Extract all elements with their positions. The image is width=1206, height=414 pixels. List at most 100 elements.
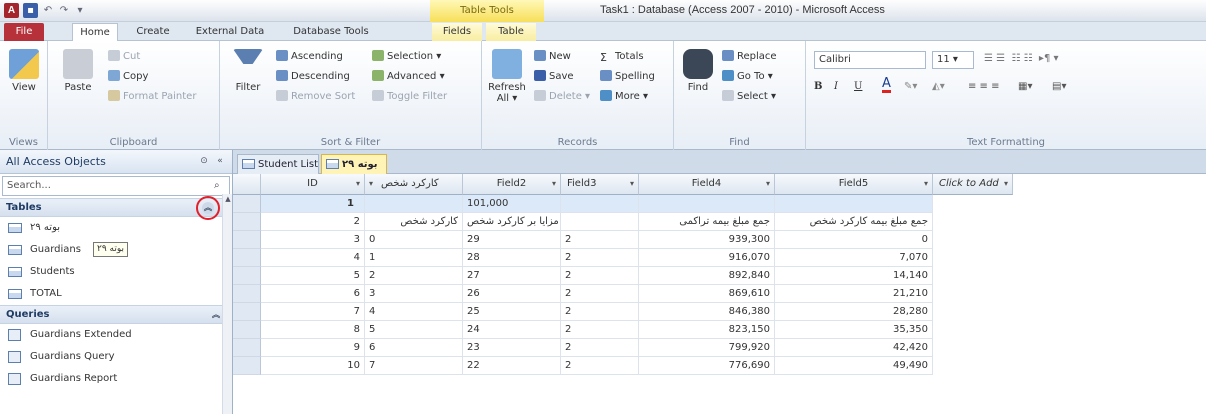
table-cell-c3[interactable]: 2 [561, 285, 639, 303]
table-cell-c2[interactable]: 101,000 [463, 195, 561, 213]
table-cell-c4[interactable]: 823,150 [639, 321, 775, 339]
nav-query-item[interactable]: Guardians Query [0, 346, 232, 368]
tables-section-header[interactable]: Tables ︽ [0, 196, 232, 220]
table-cell-c3[interactable]: 2 [561, 249, 639, 267]
select-dropdown[interactable]: Select ▾ [722, 89, 776, 104]
font-size-select[interactable]: 11 ▾ [932, 51, 974, 69]
list-buttons[interactable]: ☰ ☰ ☷ ☷ ▸¶ ▾ [984, 51, 1059, 66]
tab-table[interactable]: Table [486, 23, 536, 41]
paste-button[interactable]: Paste [60, 49, 96, 93]
table-cell-c4[interactable]: 776,690 [639, 357, 775, 375]
table-cell-c5[interactable] [775, 195, 933, 213]
redo-icon[interactable]: ↷ [58, 3, 70, 18]
font-name-select[interactable]: Calibri [814, 51, 926, 69]
record-selector[interactable] [233, 357, 261, 375]
table-cell-id[interactable]: 6 [261, 285, 365, 303]
column-dropdown-icon[interactable]: ▾ [356, 174, 360, 194]
record-selector[interactable] [233, 249, 261, 267]
table-cell-c4[interactable]: 846,380 [639, 303, 775, 321]
nav-query-item[interactable]: Guardians Extended [0, 324, 232, 346]
column-header-field1[interactable]: ▾ کارکرد شخص [365, 174, 463, 195]
table-cell-c3[interactable]: 2 [561, 357, 639, 375]
record-selector[interactable] [233, 285, 261, 303]
table-cell-id[interactable]: 5 [261, 267, 365, 285]
select-all-corner[interactable] [233, 174, 261, 195]
table-cell-c1[interactable]: 1 [365, 249, 463, 267]
table-cell-c3[interactable]: 2 [561, 231, 639, 249]
column-dropdown-icon[interactable]: ▾ [630, 174, 634, 194]
scroll-up-icon[interactable]: ▲ [223, 194, 233, 204]
table-cell-c4[interactable]: 939,300 [639, 231, 775, 249]
table-cell-c4[interactable]: 892,840 [639, 267, 775, 285]
italic-button[interactable]: I [834, 79, 838, 94]
table-cell-c1[interactable]: کارکرد شخص [365, 213, 463, 231]
advanced-dropdown[interactable]: Advanced ▾ [372, 69, 445, 84]
column-dropdown-icon[interactable]: ▾ [1004, 174, 1008, 194]
table-cell-c5[interactable]: 28,280 [775, 303, 933, 321]
table-cell-c2[interactable]: 27 [463, 267, 561, 285]
new-record-button[interactable]: New [534, 49, 571, 64]
table-cell-c5[interactable]: 7,070 [775, 249, 933, 267]
table-cell-c1[interactable]: 3 [365, 285, 463, 303]
table-cell-c5[interactable]: 49,490 [775, 357, 933, 375]
column-dropdown-icon[interactable]: ▾ [552, 174, 556, 194]
table-cell-id[interactable]: 1 [261, 195, 365, 213]
column-header-field5[interactable]: Field5 ▾ [775, 174, 933, 195]
record-selector[interactable] [233, 231, 261, 249]
table-cell-c2[interactable]: 28 [463, 249, 561, 267]
queries-section-header[interactable]: Queries ︽ [0, 305, 232, 324]
nav-scrollbar[interactable]: ▲ [222, 194, 232, 414]
alt-row-color-icon[interactable]: ▤▾ [1052, 79, 1066, 94]
table-cell-id[interactable]: 8 [261, 321, 365, 339]
table-cell-c1[interactable]: 4 [365, 303, 463, 321]
table-cell-c4[interactable] [639, 195, 775, 213]
table-cell-c2[interactable]: 22 [463, 357, 561, 375]
font-color-button[interactable]: A [882, 77, 891, 93]
sort-ascending-button[interactable]: Ascending [276, 49, 343, 64]
find-button[interactable]: Find [682, 49, 714, 93]
table-cell-c3[interactable]: 2 [561, 267, 639, 285]
save-icon[interactable]: ▪ [23, 3, 38, 18]
record-selector[interactable] [233, 213, 261, 231]
save-record-button[interactable]: Save [534, 69, 574, 84]
table-cell-c5[interactable]: جمع مبلغ بیمه کارکرد شخص [775, 213, 933, 231]
doc-tab-active-table[interactable]: ۲۹ بوته [321, 154, 387, 174]
table-cell-c4[interactable]: 916,070 [639, 249, 775, 267]
column-dropdown-icon[interactable]: ▾ [766, 174, 770, 194]
search-input[interactable]: Search... ⌕ [2, 176, 230, 196]
nav-table-item[interactable]: Guardians ۲۹ بوته [0, 239, 232, 261]
table-cell-id[interactable]: 2 [261, 213, 365, 231]
tab-external-data[interactable]: External Data [190, 23, 270, 41]
table-cell-c2[interactable]: 29 [463, 231, 561, 249]
sort-descending-button[interactable]: Descending [276, 69, 350, 84]
column-header-field2[interactable]: Field2 ▾ [463, 174, 561, 195]
table-cell-c1[interactable]: 0 [365, 231, 463, 249]
table-cell-c5[interactable]: 42,420 [775, 339, 933, 357]
table-cell-c1[interactable] [365, 195, 463, 213]
fill-color-icon[interactable]: ◭▾ [932, 79, 945, 94]
column-dropdown-icon[interactable]: ▾ [369, 174, 373, 194]
table-cell-c2[interactable]: مزایا بر کارکرد شخص [463, 213, 561, 231]
table-cell-c4[interactable]: 869,610 [639, 285, 775, 303]
cut-button[interactable]: Cut [108, 49, 140, 64]
nav-menu-dropdown-icon[interactable]: ⊙ [198, 155, 210, 167]
table-cell-c2[interactable]: 24 [463, 321, 561, 339]
table-cell-id[interactable]: 4 [261, 249, 365, 267]
record-selector[interactable] [233, 303, 261, 321]
bold-button[interactable]: B [814, 79, 822, 94]
tab-home[interactable]: Home [72, 23, 118, 41]
goto-dropdown[interactable]: Go To ▾ [722, 69, 773, 84]
more-button[interactable]: More ▾ [600, 89, 648, 104]
table-cell-c3[interactable] [561, 213, 639, 231]
spelling-button[interactable]: Spelling [600, 69, 655, 84]
column-header-field3[interactable]: Field3 ▾ [561, 174, 639, 195]
nav-table-item[interactable]: TOTAL [0, 283, 232, 305]
table-cell-c3[interactable]: 2 [561, 339, 639, 357]
table-cell-id[interactable]: 7 [261, 303, 365, 321]
table-cell-c5[interactable]: 14,140 [775, 267, 933, 285]
record-selector[interactable] [233, 267, 261, 285]
nav-table-item[interactable]: Students [0, 261, 232, 283]
tab-fields[interactable]: Fields [432, 23, 482, 41]
totals-button[interactable]: Σ Totals [600, 49, 644, 64]
remove-sort-button[interactable]: Remove Sort [276, 89, 355, 104]
